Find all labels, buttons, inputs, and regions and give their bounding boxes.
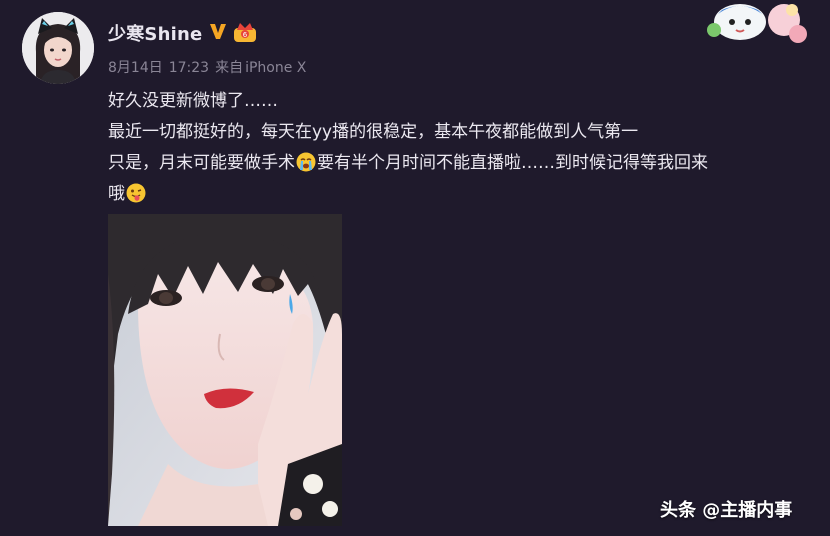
svg-text:6: 6 [243, 31, 248, 39]
post-line-3: 只是，月末可能要做手术 要有半个月时间不能直播啦……到时候记得等我回来 [108, 148, 808, 179]
post-date: 8月14日 [108, 60, 163, 76]
crown-member-icon[interactable]: 6 [232, 21, 258, 43]
post-body: 好久没更新微博了…… 最近一切都挺好的，每天在yy播的很稳定，基本午夜都能做到人… [108, 86, 808, 210]
post-line-4-text: 哦 [108, 184, 125, 204]
decorative-sticker-icon [707, 4, 807, 43]
crying-face-emoji-icon [296, 152, 316, 172]
tongue-out-face-emoji-icon [126, 183, 146, 203]
v-badge-icon [210, 24, 226, 39]
user-avatar[interactable] [22, 12, 94, 84]
post-photo[interactable] [108, 214, 342, 526]
source-watermark: 头条 @主播内事 [660, 500, 793, 521]
post-line-2: 最近一切都挺好的，每天在yy播的很稳定，基本午夜都能做到人气第一 [108, 122, 639, 142]
post-line-3b: 要有半个月时间不能直播啦……到时候记得等我回来 [317, 153, 708, 173]
post-line-4: 哦 [108, 179, 808, 210]
post-line-3a: 只是，月末可能要做手术 [108, 153, 295, 173]
weibo-post-screen: 少寒Shine 6 8月14日 17:23 来自 iPhone X 好久没更新微博了…… [0, 0, 830, 536]
post-source-prefix: 来自 [215, 60, 244, 76]
avatar-image [22, 12, 94, 84]
post-line-1: 好久没更新微博了…… [108, 91, 278, 111]
post-time: 17:23 [168, 60, 210, 76]
username[interactable]: 少寒Shine [108, 20, 202, 46]
post-source[interactable]: iPhone X [245, 60, 306, 76]
post-meta: 8月14日 17:23 来自 iPhone X [108, 57, 312, 77]
selfie-photo-image [108, 214, 342, 526]
